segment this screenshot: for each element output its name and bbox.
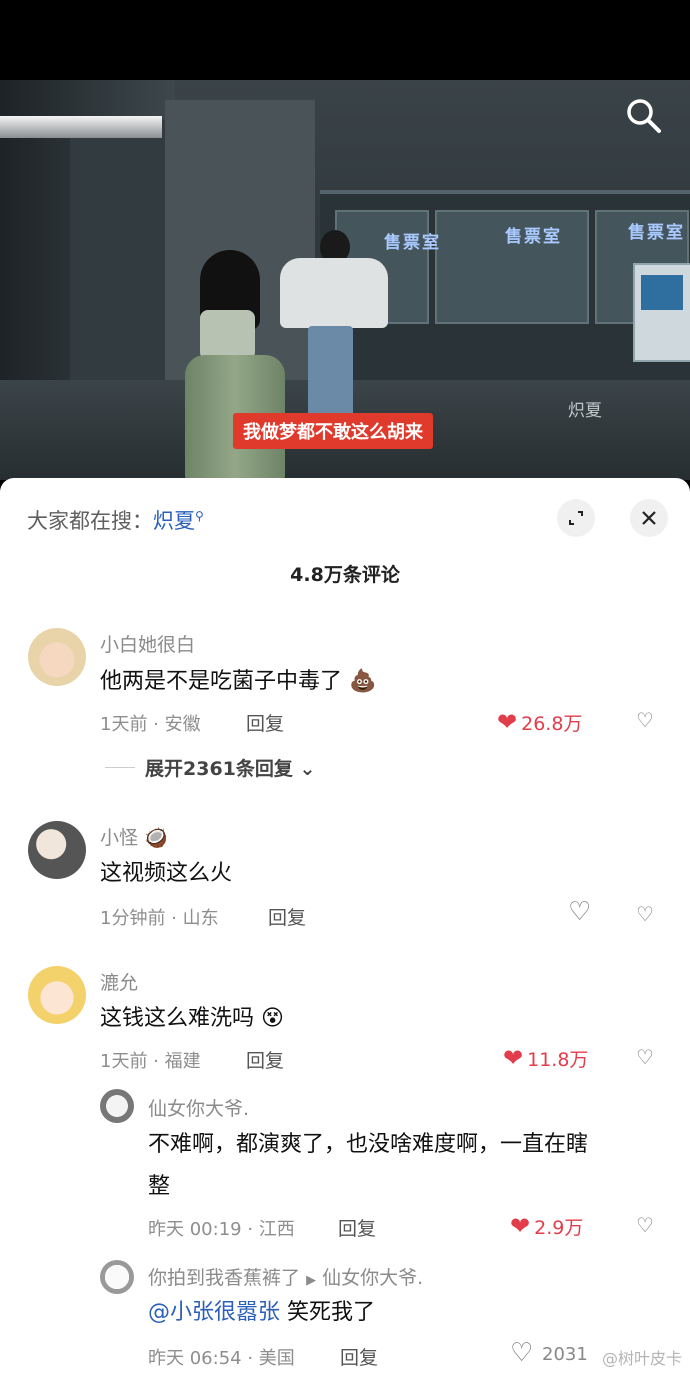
reply-button[interactable]: 回复 xyxy=(246,1046,284,1073)
comment-text: 他两是不是吃菌子中毒了 💩 xyxy=(100,661,376,703)
avatar[interactable] xyxy=(100,1260,134,1294)
coconut-emoji-icon: 🥥 xyxy=(144,827,168,849)
chevron-down-icon: ⌄ xyxy=(299,758,316,780)
heart-filled-icon: ❤ xyxy=(497,708,518,736)
reply-meta: 昨天 00:19 · 江西 xyxy=(148,1219,295,1240)
reply-username[interactable]: 你拍到我香蕉裤了 ▶ 仙女你大爷. xyxy=(148,1263,423,1290)
trending-search-label: 大家都在搜： xyxy=(27,509,153,533)
reply-text: 整 xyxy=(148,1174,171,1199)
trending-search[interactable]: 大家都在搜：炽夏⚲ xyxy=(27,505,204,535)
poop-emoji-icon: 💩 xyxy=(349,669,377,694)
heart-outline-icon[interactable]: ♡ xyxy=(568,897,591,927)
dislike-broken-heart-icon[interactable]: ♡ xyxy=(636,1045,654,1069)
search-icon[interactable] xyxy=(623,95,665,137)
video-pillar xyxy=(70,120,165,420)
dislike-broken-heart-icon[interactable]: ♡ xyxy=(636,1213,654,1237)
video-watermark: 炽夏 xyxy=(568,401,602,421)
comment-username[interactable]: 小白她很白 xyxy=(100,630,195,657)
heart-outline-icon[interactable]: ♡ xyxy=(510,1338,533,1368)
reply-username-text: 你拍到我香蕉裤了 xyxy=(148,1267,301,1289)
reply-meta: 昨天 06:54 · 美国 xyxy=(148,1348,295,1369)
video-sign: 售票室 xyxy=(628,223,685,243)
avatar[interactable] xyxy=(28,628,86,686)
comment-text: 这钱这么难洗吗 😵 xyxy=(100,998,284,1040)
like-button[interactable]: ❤ 2.9万 xyxy=(510,1212,583,1240)
expand-replies-button[interactable]: 展开2361条回复 ⌄ xyxy=(145,754,315,781)
comment-meta: 1分钟前 · 山东 xyxy=(100,908,219,929)
dislike-broken-heart-icon[interactable]: ♡ xyxy=(636,902,654,926)
play-arrow-icon: ▶ xyxy=(306,1273,317,1288)
video-sign: 售票室 xyxy=(384,233,441,253)
video-overlay-bar xyxy=(0,116,162,138)
divider xyxy=(105,767,135,768)
search-small-icon: ⚲ xyxy=(195,509,204,523)
comment-username[interactable]: 漉允 xyxy=(100,968,138,995)
expand-icon[interactable] xyxy=(557,499,595,537)
like-count: 11.8万 xyxy=(527,1048,589,1071)
top-black-bar xyxy=(0,0,690,80)
comment-meta: 1天前 · 安徽 xyxy=(100,714,201,735)
reply-text-content: 笑死我了 xyxy=(280,1300,376,1325)
comment-username[interactable]: 小怪 🥥 xyxy=(100,823,168,850)
comment-count: 4.8万条评论 xyxy=(290,564,400,586)
dislike-broken-heart-icon[interactable]: ♡ xyxy=(636,708,654,732)
avatar[interactable] xyxy=(28,966,86,1024)
reply-button[interactable]: 回复 xyxy=(246,709,284,736)
reply-button[interactable]: 回复 xyxy=(340,1343,378,1370)
watermark: @树叶皮卡 xyxy=(601,1349,682,1368)
heart-filled-icon: ❤ xyxy=(510,1212,531,1240)
video-player[interactable]: 售票室 售票室 售票室 炽夏 我做梦都不敢这么胡来 xyxy=(0,80,690,480)
like-count: 26.8万 xyxy=(521,712,583,735)
like-button[interactable]: ❤ 26.8万 xyxy=(497,708,582,736)
video-ticket-machine xyxy=(633,263,690,362)
close-icon[interactable] xyxy=(630,499,668,537)
reply-to-username[interactable]: 仙女你大爷. xyxy=(322,1267,423,1289)
comment-text-content: 这钱这么难洗吗 xyxy=(100,1006,255,1031)
trending-search-term[interactable]: 炽夏 xyxy=(153,509,195,533)
expand-replies-label: 展开2361条回复 xyxy=(145,758,293,780)
reply-text: 不难啊，都演爽了，也没啥难度啊，一直在瞎 xyxy=(148,1132,589,1157)
like-count: 2031 xyxy=(542,1344,588,1365)
like-count: 2.9万 xyxy=(534,1216,584,1239)
like-button[interactable]: ❤ 11.8万 xyxy=(503,1044,588,1072)
reply-username[interactable]: 仙女你大爷. xyxy=(148,1094,249,1121)
comment-meta: 1天前 · 福建 xyxy=(100,1051,201,1072)
comment-text: 这视频这么火 xyxy=(100,861,233,886)
comment-username-text: 小怪 xyxy=(100,827,139,849)
avatar[interactable] xyxy=(28,821,86,879)
video-subtitle: 我做梦都不敢这么胡来 xyxy=(233,413,433,449)
comment-text-content: 他两是不是吃菌子中毒了 xyxy=(100,669,343,694)
reply-button[interactable]: 回复 xyxy=(268,903,306,930)
dizzy-face-emoji-icon: 😵 xyxy=(261,1006,284,1031)
heart-filled-icon: ❤ xyxy=(503,1044,524,1072)
avatar[interactable] xyxy=(100,1089,134,1123)
reply-button[interactable]: 回复 xyxy=(338,1214,376,1241)
comments-panel: 大家都在搜：炽夏⚲ 4.8万条评论 小白她很白 他两是不是吃菌子中毒了 💩 1天… xyxy=(0,478,690,1373)
mention-link[interactable]: @小张很嚣张 xyxy=(148,1300,280,1325)
video-sign: 售票室 xyxy=(505,227,562,247)
reply-text: @小张很嚣张 笑死我了 xyxy=(148,1292,375,1334)
